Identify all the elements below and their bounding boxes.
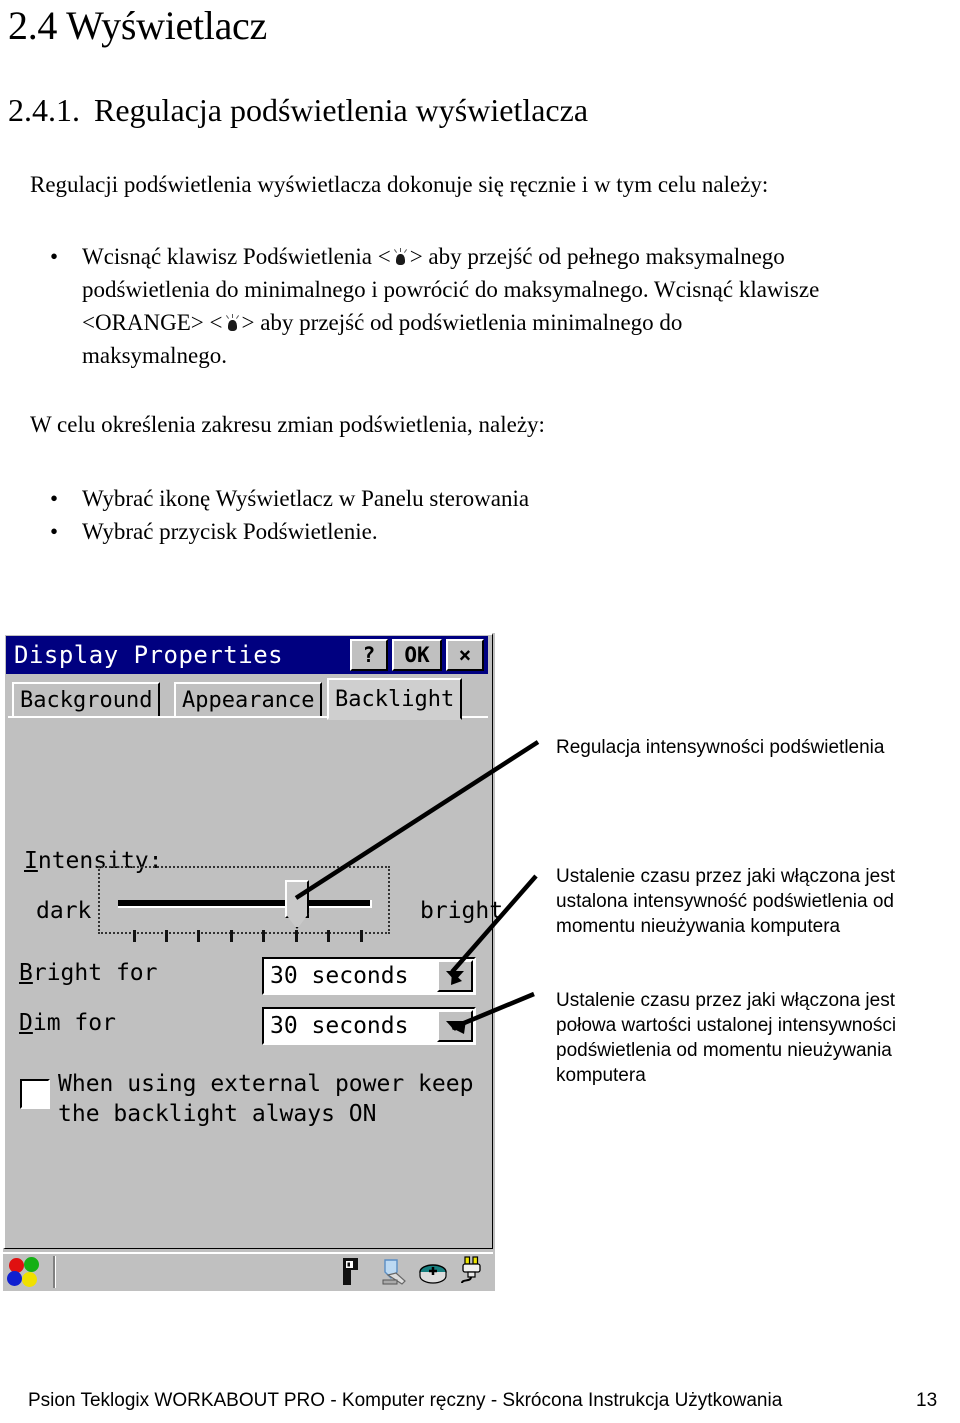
bullet-1-line-3-a: <ORANGE> < [82, 310, 223, 335]
section-number: 2.4.1. [8, 92, 80, 128]
bullet-1-line-2: podświetlenia do minimalnego i powrócić … [82, 277, 820, 302]
list-item: • Wcisnąć klawisz Podświetlenia < > aby p… [40, 240, 940, 273]
annotation-intensity: Regulacja intensywności podświetlenia [556, 735, 884, 760]
dim-for-chevron-down-icon[interactable] [437, 1010, 473, 1042]
bullet-marker: • [50, 519, 59, 544]
checkbox-line-1: When using external power keep [58, 1071, 474, 1097]
footer-text: Psion Teklogix WORKABOUT PRO - Komputer … [28, 1390, 783, 1411]
bright-for-chevron-down-icon[interactable] [437, 960, 473, 992]
checkbox-line-2: the backlight always ON [58, 1101, 377, 1127]
annotation-bright-for-line-1: Ustalenie czasu przez jaki włączona jest [556, 866, 895, 887]
bright-for-label: Bright for [19, 960, 158, 986]
bullet-1-text-a: Wcisnąć klawisz Podświetlenia < [82, 244, 391, 269]
slider-tick [165, 930, 168, 942]
dark-label: dark [36, 898, 92, 924]
annotation-dim-for-line-1: Ustalenie czasu przez jaki włączona jest [556, 990, 895, 1011]
annotation-intensity-line-1: Regulacja intensywności podświetlenia [556, 737, 885, 758]
intensity-slider-thumb[interactable] [285, 880, 309, 918]
annotation-dim-for-line-3: podświetlenia od momentu nieużywania [556, 1040, 892, 1061]
instruction-list-2: • Wybrać ikonę Wyświetlacz w Panelu ster… [40, 482, 940, 548]
page-title: 2.4 Wyświetlacz [8, 3, 267, 48]
annotation-bright-for-line-2: ustalona intensywność podświetlenia od [556, 891, 894, 912]
external-power-checkbox-label: When using external power keep the backl… [58, 1069, 473, 1129]
backlight-key-icon [392, 248, 409, 267]
external-power-checkbox[interactable] [20, 1079, 50, 1109]
bullet-3-text: Wybrać przycisk Podświetlenie. [82, 519, 378, 544]
bullet-1-text-b: > aby przejść od pełnego maksymalnego [409, 244, 785, 269]
bright-for-value: 30 seconds [270, 963, 409, 989]
list-item: • Wybrać ikonę Wyświetlacz w Panelu ster… [40, 482, 940, 515]
slider-tick [295, 930, 298, 942]
section-heading-text: Regulacja podświetlenia wyświetlacza [94, 92, 589, 128]
window-title: Display Properties [14, 641, 284, 669]
keyboard-icon[interactable] [340, 1256, 370, 1287]
annotation-dim-for-line-4: komputera [556, 1065, 646, 1086]
bullet-1-line-3-b: > aby przejść od podświetlenia minimalne… [241, 310, 683, 335]
bullet-1-line-4: maksymalnego. [82, 343, 227, 368]
annotation-bright-for-line-3: momentu nieużywania komputera [556, 916, 841, 937]
backlight-key-icon [224, 314, 241, 333]
dim-for-value: 30 seconds [270, 1013, 409, 1039]
slider-tick [262, 930, 265, 942]
bullet-marker: • [50, 244, 59, 269]
annotation-bright-for: Ustalenie czasu przez jaki włączona jest… [556, 864, 954, 939]
close-button[interactable]: × [446, 639, 484, 671]
tab-background[interactable]: Background [12, 682, 161, 718]
annotation-dim-for: Ustalenie czasu przez jaki włączona jest… [556, 988, 948, 1088]
modem-icon[interactable] [418, 1256, 448, 1287]
system-tray [340, 1256, 487, 1287]
taskbar-divider [53, 1256, 56, 1288]
tab-appearance[interactable]: Appearance [174, 682, 323, 718]
power-plug-icon[interactable] [457, 1256, 487, 1287]
windows-ce-flag-icon[interactable] [7, 1257, 47, 1289]
list-item-cont: maksymalnego. [40, 339, 940, 372]
paragraph-2: W celu określenia zakresu zmian podświet… [30, 412, 545, 437]
section-heading: 2.4.1. Regulacja podświetlenia wyświetlac… [8, 92, 588, 129]
intro-paragraph: Regulacji podświetlenia wyświetlacza dok… [30, 172, 769, 197]
slider-tick [133, 930, 136, 942]
bright-label: bright [420, 898, 504, 924]
annotation-dim-for-line-2: połowa wartości ustalonej intensywności [556, 1015, 897, 1036]
list-item-cont: <ORANGE> < > aby przejść od podświetlenia… [40, 306, 940, 339]
footer-page-number: 13 [916, 1390, 938, 1411]
slider-tick [230, 930, 233, 942]
bright-for-dropdown[interactable]: 30 seconds [262, 957, 476, 995]
tab-backlight[interactable]: Backlight [327, 678, 463, 720]
help-button[interactable]: ? [350, 639, 388, 671]
list-item: • Wybrać przycisk Podświetlenie. [40, 515, 940, 548]
titlebar: Display Properties ? OK × [6, 636, 488, 674]
dim-for-label: Dim for [19, 1010, 116, 1036]
slider-tick [197, 930, 200, 942]
taskbar [3, 1252, 493, 1290]
bullet-marker: • [50, 486, 59, 511]
dim-for-dropdown[interactable]: 30 seconds [262, 1007, 476, 1045]
stylus-icon[interactable] [379, 1256, 409, 1287]
tab-strip: Background Appearance Backlight [8, 678, 488, 720]
intensity-slider-track[interactable] [118, 900, 372, 908]
slider-tick [327, 930, 330, 942]
ok-button[interactable]: OK [392, 639, 442, 671]
list-item-cont: podświetlenia do minimalnego i powrócić … [40, 273, 940, 306]
bullet-2-text: Wybrać ikonę Wyświetlacz w Panelu sterow… [82, 486, 530, 511]
slider-tick [360, 930, 363, 942]
instruction-list-1: • Wcisnąć klawisz Podświetlenia < > aby p… [40, 240, 940, 372]
